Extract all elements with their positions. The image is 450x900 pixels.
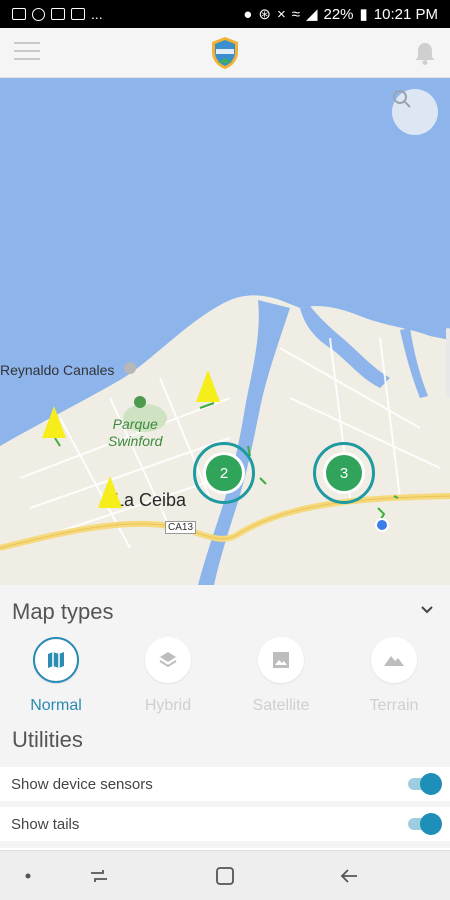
signal-icon: ◢ [305,6,318,23]
search-icon [393,90,411,108]
location-icon: ● [243,5,253,23]
menu-icon[interactable] [14,42,40,62]
home-icon[interactable] [214,865,236,887]
show-device-sensors-toggle[interactable] [408,773,442,795]
show-device-sensors-label: Show device sensors [11,776,153,793]
road-shield: CA13 [165,521,197,534]
play-store-icon [71,8,85,20]
map-type-satellite-circle [258,637,304,683]
map-canvas [0,295,450,585]
notifications-bell-icon[interactable] [412,40,438,66]
map-options-sheet: Map types Normal Hybrid Satellite Terrai… [0,585,450,848]
map-type-hybrid[interactable]: Hybrid [123,637,213,715]
gallery-icon [12,8,26,20]
toggle-knob [420,813,442,835]
app-logo [212,37,238,69]
clock: 10:21 PM [373,5,438,23]
more-notifications: ... [91,6,103,22]
cluster-count: 2 [203,452,245,494]
device-cluster[interactable]: 3 [313,442,375,504]
recent-apps-icon[interactable] [88,865,110,887]
map-type-terrain[interactable]: Terrain [349,637,439,715]
system-nav-bar [0,850,450,900]
show-tails-row[interactable]: Show tails [0,807,450,841]
status-bar: ... ● ⊛ × ≈ ◢ 22% ▮ 10:21 PM [0,0,450,28]
wifi-icon: ≈ [291,5,300,23]
battery-icon: ▮ [359,6,368,23]
device-marker[interactable] [196,370,220,402]
show-tails-label: Show tails [11,816,80,833]
file-icon [51,8,65,20]
map-type-normal-circle [33,637,79,683]
park-label: Parque Swinford [108,416,162,450]
park-label-line1: Parque [112,416,158,432]
map-type-label: Normal [30,697,82,714]
city-label: La Ceiba [114,490,187,510]
show-tails-toggle[interactable] [408,813,442,835]
app-bar [0,28,450,78]
show-device-sensors-row[interactable]: Show device sensors [0,767,450,801]
map-type-selector: Normal Hybrid Satellite Terrain [0,637,450,715]
chevron-down-icon[interactable] [420,603,434,617]
drawer-handle[interactable] [446,328,450,398]
map-type-label: Hybrid [144,697,192,714]
map-type-terrain-circle [371,637,417,683]
image-icon [273,652,289,668]
terrain-icon [384,656,404,666]
device-marker[interactable] [98,476,122,508]
map-types-title: Map types [12,599,114,624]
device-marker[interactable] [42,406,66,438]
map-type-normal[interactable]: Normal [11,637,101,715]
bluetooth-icon: ⊛ [258,6,271,23]
map-type-satellite[interactable]: Satellite [236,637,326,715]
map-type-label: Terrain [369,697,419,714]
utilities-title: Utilities [12,727,83,752]
map-view[interactable]: Reynaldo Canales Parque Swinford La Ceib… [0,78,450,585]
current-location-dot [375,518,389,532]
toggle-knob [420,773,442,795]
status-right: ● ⊛ × ≈ ◢ 22% ▮ 10:21 PM [243,5,438,24]
mute-icon: × [276,5,286,23]
status-left: ... [12,6,103,22]
park-label-line2: Swinford [108,433,163,449]
back-icon[interactable] [338,865,360,887]
device-cluster[interactable]: 2 [193,442,255,504]
layers-icon [159,652,177,668]
cluster-count: 3 [323,452,365,494]
nav-dot-icon[interactable] [20,865,42,887]
map-icon [48,652,64,668]
battery-percent: 22% [323,5,354,23]
whatsapp-icon [32,7,45,21]
map-type-label: Satellite [252,697,310,714]
park-icon [134,396,146,408]
map-search-button[interactable] [392,89,438,135]
map-type-hybrid-circle [145,637,191,683]
place-label: Reynaldo Canales [0,362,115,378]
place-pin-icon [124,362,136,374]
